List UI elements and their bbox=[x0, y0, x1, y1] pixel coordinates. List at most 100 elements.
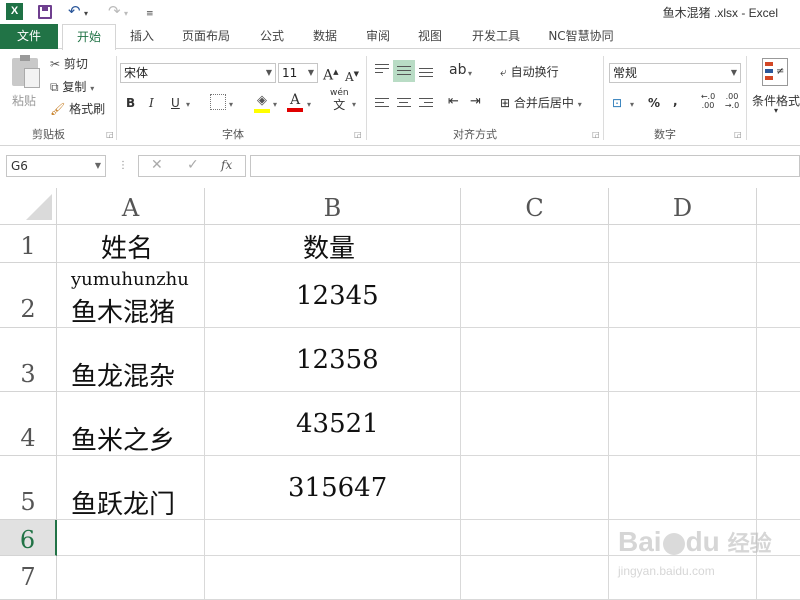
insert-function-icon[interactable]: fx bbox=[221, 158, 232, 172]
italic-button[interactable]: I bbox=[149, 95, 154, 111]
phonetic-button[interactable]: wén 文 bbox=[330, 88, 349, 112]
font-color-dropdown-icon[interactable]: ▾ bbox=[307, 95, 311, 113]
underline-dropdown-icon[interactable]: ▾ bbox=[186, 95, 190, 113]
cell-a3[interactable]: 鱼龙混杂 bbox=[57, 328, 205, 392]
increase-indent-icon[interactable]: ⇥ bbox=[470, 94, 481, 110]
cell-a7[interactable] bbox=[57, 556, 205, 600]
cell-a4[interactable]: 鱼米之乡 bbox=[57, 392, 205, 456]
increase-decimal-button[interactable]: ←.0 .00 bbox=[698, 92, 718, 110]
font-name-dropdown[interactable]: 宋体 ▼ bbox=[120, 63, 276, 83]
tab-file[interactable]: 文件 bbox=[0, 24, 58, 49]
tab-view[interactable]: 视图 bbox=[416, 24, 444, 49]
decrease-font-icon[interactable]: A▼ bbox=[345, 66, 359, 85]
cell-d4[interactable] bbox=[609, 392, 757, 456]
comma-button[interactable]: , bbox=[673, 93, 678, 109]
cell-c7[interactable] bbox=[461, 556, 609, 600]
undo-icon[interactable]: ↶ bbox=[68, 3, 81, 19]
column-header-c[interactable]: C bbox=[461, 188, 609, 225]
tab-review[interactable]: 审阅 bbox=[364, 24, 392, 49]
cell-c1[interactable] bbox=[461, 225, 609, 263]
align-right-icon[interactable] bbox=[419, 98, 433, 110]
orientation-dropdown-icon[interactable]: ▾ bbox=[468, 64, 472, 82]
number-launcher-icon[interactable]: ◲ bbox=[734, 130, 742, 139]
decrease-indent-icon[interactable]: ⇤ bbox=[448, 94, 459, 110]
column-header-e[interactable] bbox=[757, 188, 800, 225]
increase-font-icon[interactable]: A▲ bbox=[323, 64, 339, 84]
cell-b5[interactable]: 315647 bbox=[205, 456, 461, 520]
align-bottom-icon[interactable] bbox=[419, 68, 433, 80]
fill-dropdown-icon[interactable]: ▾ bbox=[273, 95, 277, 113]
cut-button[interactable]: ✂ 剪切 bbox=[50, 56, 88, 72]
accounting-dropdown-icon[interactable]: ▾ bbox=[630, 95, 634, 113]
customize-toolbar-icon[interactable]: ≡ bbox=[146, 6, 154, 22]
cell-c5[interactable] bbox=[461, 456, 609, 520]
row-header-selected[interactable]: 6 bbox=[0, 520, 57, 556]
phonetic-dropdown-icon[interactable]: ▾ bbox=[352, 95, 356, 113]
cell-d1[interactable] bbox=[609, 225, 757, 263]
tab-page-layout[interactable]: 页面布局 bbox=[180, 24, 232, 49]
cell-b1[interactable]: 数量 bbox=[205, 225, 461, 264]
tab-formulas[interactable]: 公式 bbox=[258, 24, 286, 49]
column-header-d[interactable]: D bbox=[609, 188, 757, 225]
font-color-button[interactable]: A bbox=[287, 92, 303, 112]
row-header[interactable]: 3 bbox=[0, 328, 57, 392]
accounting-icon[interactable]: ⊡ bbox=[612, 95, 622, 111]
cell-e4[interactable] bbox=[757, 392, 800, 456]
copy-button[interactable]: ⧉ 复制 ▾ bbox=[50, 79, 94, 97]
tab-developer[interactable]: 开发工具 bbox=[469, 24, 523, 49]
font-launcher-icon[interactable]: ◲ bbox=[354, 130, 362, 139]
cell-b4[interactable]: 43521 bbox=[205, 392, 461, 456]
cell-d2[interactable] bbox=[609, 263, 757, 328]
cell-e1[interactable] bbox=[757, 225, 800, 263]
borders-icon[interactable] bbox=[210, 94, 226, 110]
percent-button[interactable]: % bbox=[648, 95, 660, 111]
redo-dropdown-icon[interactable]: ▾ bbox=[124, 6, 128, 22]
cell-e5[interactable] bbox=[757, 456, 800, 520]
paste-button[interactable]: 粘贴 bbox=[8, 55, 42, 110]
decrease-decimal-button[interactable]: .00 →.0 bbox=[722, 92, 742, 110]
save-icon[interactable] bbox=[38, 5, 52, 19]
cell-b6[interactable] bbox=[205, 520, 461, 556]
undo-dropdown-icon[interactable]: ▾ bbox=[84, 6, 88, 22]
column-header-b[interactable]: B bbox=[205, 188, 461, 225]
cell-d5[interactable] bbox=[609, 456, 757, 520]
more-options-icon[interactable]: ⋮ bbox=[118, 160, 128, 171]
row-header[interactable]: 2 bbox=[0, 263, 57, 328]
merge-dropdown-icon[interactable]: ▾ bbox=[578, 100, 582, 109]
cell-b3[interactable]: 12358 bbox=[205, 328, 461, 392]
clipboard-launcher-icon[interactable]: ◲ bbox=[106, 130, 114, 139]
cell-a6[interactable] bbox=[57, 520, 205, 556]
underline-button[interactable]: U bbox=[171, 95, 180, 111]
cell-e3[interactable] bbox=[757, 328, 800, 392]
fill-color-button[interactable]: ◈ bbox=[254, 92, 270, 113]
row-header[interactable]: 7 bbox=[0, 556, 57, 600]
tab-home[interactable]: 开始 bbox=[62, 24, 116, 52]
format-painter-button[interactable]: 🖌 格式刷 bbox=[50, 101, 105, 117]
cancel-icon[interactable]: ✕ bbox=[151, 157, 163, 173]
cell-a2[interactable]: yumuhunzhu 鱼木混猪 bbox=[57, 263, 205, 328]
conditional-format-button[interactable]: ≠ 条件格式 ▾ bbox=[752, 56, 800, 120]
cell-a1[interactable]: 姓名 bbox=[57, 225, 205, 264]
select-all-corner[interactable] bbox=[0, 188, 57, 225]
cell-b7[interactable] bbox=[205, 556, 461, 600]
row-header[interactable]: 4 bbox=[0, 392, 57, 456]
bold-button[interactable]: B bbox=[126, 95, 135, 111]
tab-data[interactable]: 数据 bbox=[311, 24, 339, 49]
tab-insert[interactable]: 插入 bbox=[128, 24, 156, 49]
column-header-a[interactable]: A bbox=[57, 188, 205, 225]
alignment-launcher-icon[interactable]: ◲ bbox=[592, 130, 600, 139]
cell-c2[interactable] bbox=[461, 263, 609, 328]
enter-icon[interactable]: ✓ bbox=[187, 157, 199, 173]
merge-center-button[interactable]: ⊞ 合并后居中 ▾ bbox=[500, 95, 582, 113]
tab-nc[interactable]: NC智慧协同 bbox=[546, 24, 616, 49]
borders-dropdown-icon[interactable]: ▾ bbox=[229, 95, 233, 113]
align-center-icon[interactable] bbox=[397, 98, 411, 110]
cell-b2[interactable]: 12345 bbox=[205, 263, 461, 328]
align-middle-button[interactable] bbox=[393, 60, 415, 82]
redo-icon[interactable]: ↷ bbox=[108, 3, 121, 19]
cell-a5[interactable]: 鱼跃龙门 bbox=[57, 456, 205, 520]
align-left-icon[interactable] bbox=[375, 98, 389, 110]
row-header[interactable]: 5 bbox=[0, 456, 57, 520]
cell-c6[interactable] bbox=[461, 520, 609, 556]
formula-input[interactable] bbox=[250, 155, 800, 177]
